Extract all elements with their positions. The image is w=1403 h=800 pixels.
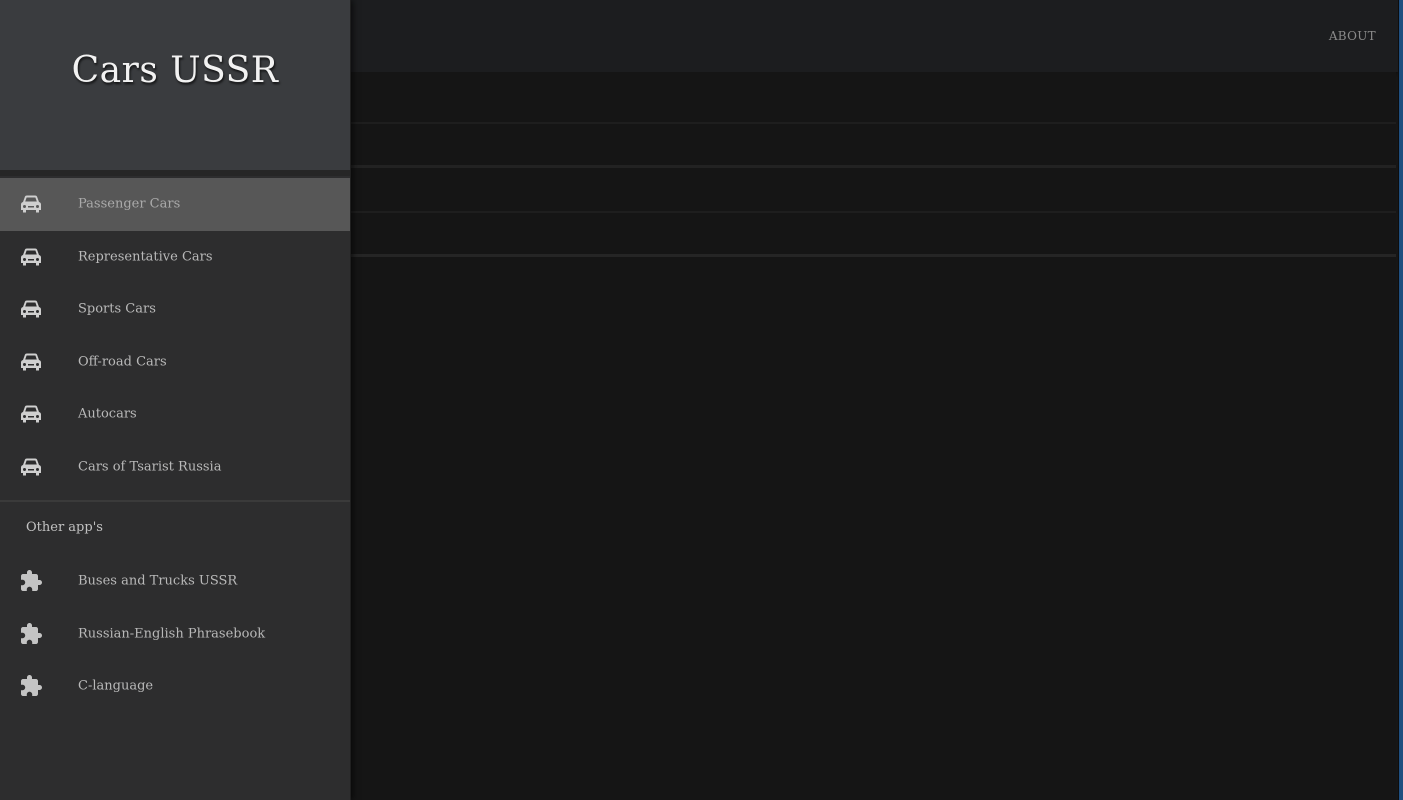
menu-item-label: C-language — [78, 678, 154, 694]
category-menu: Passenger Cars Representative Cars Sport… — [0, 178, 350, 493]
menu-item-buses-and-trucks-ussr[interactable]: Buses and Trucks USSR — [0, 555, 350, 608]
menu-item-label: Cars of Tsarist Russia — [78, 459, 222, 475]
app-window: s ABOUT Cars USSR Passenger Cars Re — [0, 0, 1403, 800]
other-apps-heading: Other app's — [26, 520, 103, 535]
menu-item-passenger-cars[interactable]: Passenger Cars — [0, 178, 350, 231]
menu-item-label: Passenger Cars — [78, 196, 181, 212]
navigation-drawer: Cars USSR Passenger Cars Representative … — [0, 0, 351, 800]
menu-item-off-road-cars[interactable]: Off-road Cars — [0, 336, 350, 389]
drawer-divider — [0, 500, 350, 502]
menu-item-label: Representative Cars — [78, 249, 213, 265]
puzzle-icon — [18, 675, 44, 697]
menu-item-label: Sports Cars — [78, 301, 156, 317]
drawer-header: Cars USSR — [0, 0, 350, 176]
menu-item-label: Off-road Cars — [78, 354, 167, 370]
menu-item-autocars[interactable]: Autocars — [0, 388, 350, 441]
other-apps-menu: Buses and Trucks USSR Russian-English Ph… — [0, 555, 350, 713]
car-icon — [18, 403, 44, 425]
about-button[interactable]: ABOUT — [1329, 29, 1376, 43]
puzzle-icon — [18, 570, 44, 592]
menu-item-sports-cars[interactable]: Sports Cars — [0, 283, 350, 336]
window-edge — [1398, 0, 1403, 800]
menu-item-c-language[interactable]: C-language — [0, 660, 350, 713]
menu-item-label: Russian-English Phrasebook — [78, 626, 266, 642]
car-icon — [18, 246, 44, 268]
menu-item-cars-of-tsarist-russia[interactable]: Cars of Tsarist Russia — [0, 441, 350, 494]
menu-item-russian-english-phrasebook[interactable]: Russian-English Phrasebook — [0, 608, 350, 661]
menu-item-label: Autocars — [78, 406, 137, 422]
drawer-title: Cars USSR — [71, 50, 279, 91]
puzzle-icon — [18, 622, 44, 645]
menu-item-representative-cars[interactable]: Representative Cars — [0, 231, 350, 284]
menu-item-label: Buses and Trucks USSR — [78, 573, 238, 589]
car-icon — [18, 193, 44, 215]
car-icon — [18, 351, 44, 373]
car-icon — [18, 298, 44, 320]
car-icon — [18, 456, 44, 478]
